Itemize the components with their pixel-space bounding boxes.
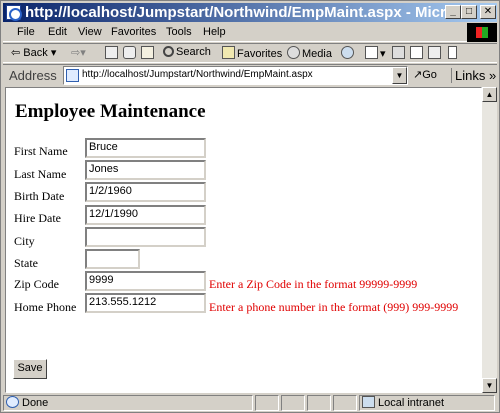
search-label: Search <box>176 46 211 58</box>
links-label: Links <box>455 68 486 83</box>
city-label: City <box>14 234 35 248</box>
hire-date-input[interactable]: 12/1/1990 <box>85 205 206 225</box>
search-icon <box>163 46 174 57</box>
status-text-panel: Done <box>3 395 253 411</box>
history-icon <box>341 46 354 59</box>
print-button[interactable] <box>392 46 407 60</box>
birth-date-input[interactable]: 1/2/1960 <box>85 182 206 202</box>
zip-code-label: Zip Code <box>14 277 59 291</box>
edit-icon <box>410 46 423 59</box>
back-button[interactable]: ⇦ Back ▾ <box>11 46 56 59</box>
page-title: Employee Maintenance <box>15 101 206 122</box>
research-button[interactable] <box>448 46 459 60</box>
mail-icon <box>365 46 378 59</box>
title-bar[interactable]: http://localhost/Jumpstart/Northwind/Emp… <box>3 3 497 22</box>
windows-logo-icon <box>467 23 497 42</box>
hire-date-label: Hire Date <box>14 211 61 225</box>
zone-panel: Local intranet <box>359 395 495 411</box>
home-phone-input[interactable]: 213.555.1212 <box>85 293 206 313</box>
first-name-label: First Name <box>14 144 68 158</box>
browser-window: http://localhost/Jumpstart/Northwind/Emp… <box>0 0 500 413</box>
stop-icon <box>105 46 118 59</box>
state-input[interactable] <box>85 249 140 269</box>
favorites-button[interactable]: Favorites <box>222 46 282 60</box>
standard-toolbar: ⇦ Back ▾ ⇨▾ Search Favorites Media ▾ <box>3 43 497 63</box>
refresh-button[interactable] <box>123 46 138 60</box>
status-panel-2 <box>281 395 305 411</box>
menu-view[interactable]: View <box>78 26 102 38</box>
vertical-scrollbar[interactable]: ▲ ▼ <box>482 87 497 393</box>
ie-logo-icon <box>6 396 19 408</box>
window-title: http://localhost/Jumpstart/Northwind/Emp… <box>25 4 445 21</box>
address-bar: Address http://localhost/Jumpstart/North… <box>3 64 497 85</box>
go-button[interactable]: ↗Go <box>413 68 437 81</box>
minimize-button[interactable]: _ <box>445 5 461 19</box>
address-dropdown-icon[interactable]: ▼ <box>392 67 407 84</box>
scroll-down-button[interactable]: ▼ <box>482 378 497 393</box>
status-text: Done <box>22 397 49 409</box>
back-label: Back <box>23 47 48 59</box>
menu-help[interactable]: Help <box>203 26 226 38</box>
media-label: Media <box>302 48 332 60</box>
address-label: Address <box>9 68 57 83</box>
status-panel-3 <box>307 395 331 411</box>
page-content: Employee Maintenance First Name Bruce La… <box>5 87 482 393</box>
save-button[interactable]: Save <box>13 359 47 379</box>
refresh-icon <box>123 46 136 59</box>
city-input[interactable] <box>85 227 206 247</box>
menu-tools[interactable]: Tools <box>166 26 192 38</box>
edit-button[interactable] <box>410 46 425 60</box>
status-panel-1 <box>255 395 279 411</box>
close-button[interactable]: ✕ <box>480 5 496 19</box>
scroll-up-button[interactable]: ▲ <box>482 87 497 102</box>
forward-arrow-icon: ⇨ <box>71 47 81 59</box>
page-icon <box>448 46 457 59</box>
links-button[interactable]: Links » <box>451 68 496 83</box>
birth-date-label: Birth Date <box>14 189 65 203</box>
status-bar: Done Local intranet <box>3 394 497 412</box>
home-icon <box>141 46 154 59</box>
discuss-icon <box>428 46 441 59</box>
ie-logo-icon <box>6 5 22 21</box>
favorites-icon <box>222 46 235 59</box>
first-name-input[interactable]: Bruce <box>85 138 206 158</box>
maximize-button[interactable]: □ <box>461 5 477 19</box>
history-button[interactable] <box>341 46 356 60</box>
media-button[interactable]: Media <box>287 46 332 60</box>
back-dropdown-icon[interactable]: ▾ <box>51 47 57 59</box>
search-button[interactable]: Search <box>163 46 211 58</box>
mail-button[interactable]: ▾ <box>365 46 386 60</box>
print-icon <box>392 46 405 59</box>
home-button[interactable] <box>141 46 156 60</box>
zip-code-input[interactable]: 9999 <box>85 271 206 291</box>
page-icon <box>66 69 79 82</box>
menu-bar: File Edit View Favorites Tools Help <box>3 23 497 42</box>
home-phone-error: Enter a phone number in the format (999)… <box>209 300 459 314</box>
menu-favorites[interactable]: Favorites <box>111 26 156 38</box>
back-arrow-icon: ⇦ <box>11 47 21 59</box>
last-name-input[interactable]: Jones <box>85 160 206 180</box>
state-label: State <box>14 256 38 270</box>
go-label: Go <box>422 69 437 81</box>
last-name-label: Last Name <box>14 167 67 181</box>
media-icon <box>287 46 300 59</box>
menu-file[interactable]: File <box>17 26 35 38</box>
home-phone-label: Home Phone <box>14 300 77 314</box>
go-arrow-icon: ↗ <box>413 69 423 81</box>
address-input[interactable]: http://localhost/Jumpstart/Northwind/Emp… <box>63 66 408 85</box>
zone-text: Local intranet <box>378 397 445 409</box>
zip-code-error: Enter a Zip Code in the format 99999-999… <box>209 277 418 291</box>
discuss-button[interactable] <box>428 46 443 60</box>
local-intranet-icon <box>362 396 375 408</box>
menu-edit[interactable]: Edit <box>48 26 67 38</box>
forward-button[interactable]: ⇨▾ <box>71 46 86 59</box>
address-url: http://localhost/Jumpstart/Northwind/Emp… <box>82 69 313 80</box>
stop-button[interactable] <box>105 46 120 60</box>
favorites-label: Favorites <box>237 48 283 60</box>
status-panel-4 <box>333 395 357 411</box>
